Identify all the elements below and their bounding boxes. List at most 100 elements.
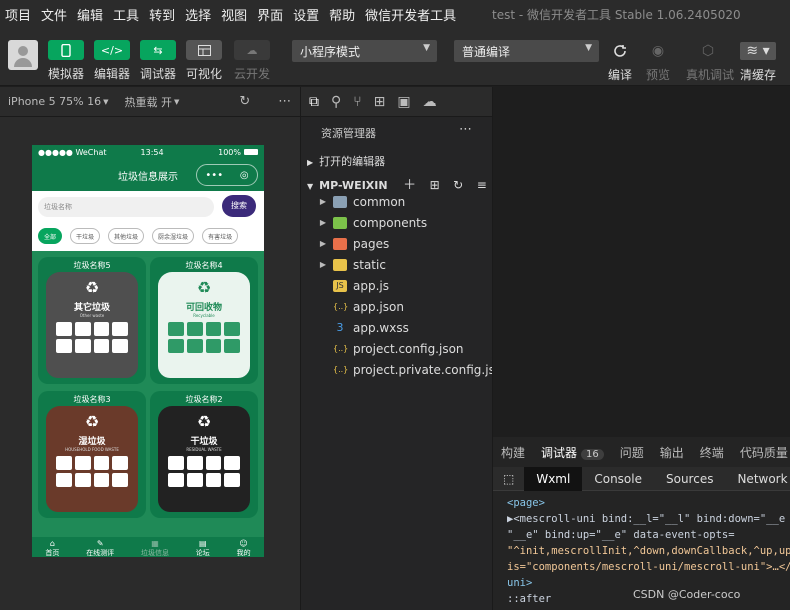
tree-item-common[interactable]: ▶ common (301, 191, 493, 212)
nav-title: 垃圾信息展示 (118, 172, 178, 183)
avatar[interactable] (8, 40, 38, 70)
tab-terminal[interactable]: 终端 (692, 444, 732, 461)
phone-screen: ●●●●● WeChat 13:54 100% 垃圾信息展示 ••• ◎ 垃圾名… (32, 145, 264, 557)
tab-garbage-info[interactable]: ▦ 垃圾信息 (141, 537, 169, 557)
tag-hazardous[interactable]: 有害垃圾 (202, 228, 239, 244)
tree-item-app-wxss[interactable]: 3 app.wxss (301, 317, 493, 338)
visual-button[interactable]: 可视化 (184, 40, 224, 82)
nav-bar: 垃圾信息展示 ••• ◎ (32, 159, 264, 191)
garbage-card[interactable]: 垃圾名称5 ♻ 其它垃圾 Other waste (38, 257, 146, 384)
debugger-button[interactable]: ⇆ 调试器 (138, 40, 178, 82)
tree-item-pages[interactable]: ▶ pages (301, 233, 493, 254)
tree-item-components[interactable]: ▶ components (301, 212, 493, 233)
mode-select[interactable]: 小程序模式 ▼ (292, 40, 437, 62)
more-icon[interactable]: ⋯ (459, 122, 472, 137)
menu-item-help[interactable]: 帮助 (324, 5, 360, 24)
debugger-count-badge: 16 (581, 448, 604, 460)
chevron-down-icon: ▼ (307, 182, 314, 191)
tab-mine[interactable]: ☺ 我的 (237, 537, 251, 557)
tree-item-project-config[interactable]: {..} project.config.json (301, 338, 493, 359)
cloud-icon: ☁ (234, 40, 270, 60)
tab-online-test[interactable]: ✎ 在线测评 (86, 537, 114, 557)
menu-item-interface[interactable]: 界面 (252, 5, 288, 24)
collapse-icon[interactable]: ≡ (477, 178, 487, 192)
simulator-button[interactable]: 模拟器 (46, 40, 86, 82)
garbage-card[interactable]: 垃圾名称2 ♻ 干垃圾 RESIDUAL WASTE (150, 391, 258, 518)
rotate-icon[interactable]: ↻ (239, 94, 250, 109)
card-title: 垃圾名称5 (73, 261, 111, 270)
more-icon[interactable]: ⋯ (278, 94, 291, 109)
tag-all[interactable]: 全部 (38, 228, 63, 244)
tab-forum[interactable]: ▤ 论坛 (196, 537, 210, 557)
panel-network[interactable]: Network (725, 472, 790, 486)
code-line: "^init,mescrollInit,^down,downCallback,^… (507, 545, 790, 557)
tag-kitchen[interactable]: 厨余湿垃圾 (152, 228, 195, 244)
garbage-card[interactable]: 垃圾名称4 ♻ 可回收物 Recyclable (150, 257, 258, 384)
js-file-icon: JS (333, 279, 347, 292)
menu-item-wechat-devtools[interactable]: 微信开发者工具 (360, 5, 461, 24)
preview-button[interactable]: ◉ 预览 (636, 40, 680, 83)
menu-item-select[interactable]: 选择 (180, 5, 216, 24)
cloud-dev-button[interactable]: ☁ 云开发 (232, 40, 272, 82)
file-tree: ▶ common ▶ components ▶ pages ▶ static JS app… (301, 191, 506, 380)
tab-build[interactable]: 构建 (493, 444, 533, 461)
compile-select[interactable]: 普通编译 ▼ (454, 40, 599, 62)
open-editors-section[interactable]: ▶ 打开的编辑器 (307, 153, 385, 169)
device-select[interactable]: iPhone 5 75% 16 (8, 95, 101, 108)
search-icon[interactable]: ⚲ (331, 94, 341, 110)
tree-item-project-private-config[interactable]: {..} project.private.config.js... (301, 359, 506, 380)
tag-other[interactable]: 其他垃圾 (108, 228, 145, 244)
new-folder-icon[interactable]: ⊞ (430, 178, 440, 192)
clear-cache-label: 清缓存 (739, 68, 776, 82)
more-icon[interactable]: ••• (205, 170, 223, 181)
menu-item-goto[interactable]: 转到 (144, 5, 180, 24)
search-bar: 垃圾名称 搜索 (32, 191, 264, 221)
panel-icon[interactable]: ▣ (397, 94, 410, 110)
capsule-menu[interactable]: ••• ◎ (196, 164, 258, 186)
panel-console[interactable]: Console (582, 472, 654, 486)
code-line[interactable]: <page> (507, 495, 790, 511)
files-icon[interactable]: ⧉ (309, 94, 319, 110)
refresh-icon[interactable]: ↻ (453, 178, 463, 192)
source-control-icon[interactable]: ⑂ (353, 94, 361, 110)
menu-item-edit[interactable]: 编辑 (72, 5, 108, 24)
preview-label: 预览 (645, 68, 670, 82)
garbage-card[interactable]: 垃圾名称3 ♻ 湿垃圾 HOUSEHOLD FOOD WASTE (38, 391, 146, 518)
panel-sources[interactable]: Sources (654, 472, 725, 486)
close-icon[interactable]: ◎ (240, 170, 249, 181)
menu-item-tools[interactable]: 工具 (108, 5, 144, 24)
hot-reload-toggle[interactable]: 热重载 开 (124, 94, 172, 110)
bin-image: ♻ 干垃圾 RESIDUAL WASTE (158, 406, 250, 512)
menu-item-project[interactable]: 项目 (0, 5, 36, 24)
tree-item-static[interactable]: ▶ static (301, 254, 493, 275)
extensions-icon[interactable]: ⊞ (374, 94, 386, 110)
bin-title: 可回收物 (185, 303, 222, 313)
explorer-title: 资源管理器 (321, 127, 376, 140)
search-button[interactable]: 搜索 (222, 195, 256, 217)
tab-code-quality[interactable]: 代码质量 (732, 444, 790, 461)
tag-dry[interactable]: 干垃圾 (70, 228, 101, 244)
inspect-icon[interactable]: ⬚ (493, 472, 524, 486)
eye-icon: ◉ (651, 43, 665, 59)
search-input[interactable]: 垃圾名称 (38, 197, 214, 217)
tree-item-app-js[interactable]: JS app.js (301, 275, 493, 296)
menu-item-file[interactable]: 文件 (36, 5, 72, 24)
editor-button[interactable]: </> 编辑器 (92, 40, 132, 82)
menu-item-view[interactable]: 视图 (216, 5, 252, 24)
tree-item-app-json[interactable]: {..} app.json (301, 296, 493, 317)
chevron-down-icon: ▼ (103, 97, 109, 106)
code-line[interactable]: ▶<mescroll-uni bind:__l="__l" bind:down=… (507, 511, 790, 527)
tab-debugger[interactable]: 调试器 16 (533, 444, 612, 461)
menu-item-settings[interactable]: 设置 (288, 5, 324, 24)
tab-problems[interactable]: 问题 (612, 444, 652, 461)
remote-debug-button[interactable]: ⬡ 真机调试 (686, 40, 734, 83)
tab-home[interactable]: ⌂ 首页 (45, 537, 59, 557)
simulator-area: ●●●●● WeChat 13:54 100% 垃圾信息展示 ••• ◎ 垃圾名… (0, 117, 300, 610)
chevron-right-icon: ▶ (307, 158, 314, 167)
tab-output[interactable]: 输出 (652, 444, 692, 461)
docker-icon[interactable]: ☁ (423, 94, 437, 110)
panel-wxml[interactable]: Wxml (524, 466, 583, 491)
bin-icons (56, 322, 128, 353)
css-file-icon: 3 (336, 320, 344, 334)
clear-cache-button[interactable]: ≋ ▾ 清缓存 (736, 40, 780, 83)
